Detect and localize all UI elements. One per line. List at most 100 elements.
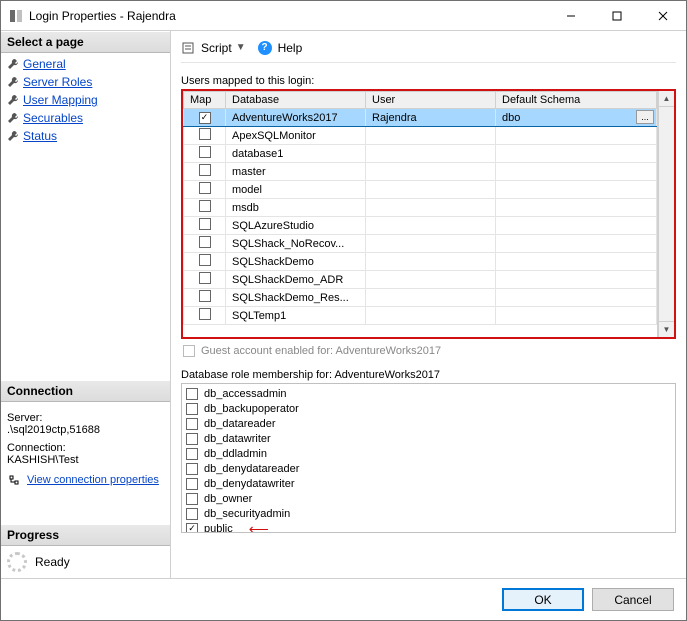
- role-checkbox[interactable]: [186, 478, 198, 490]
- table-row[interactable]: SQLTemp1: [184, 307, 657, 325]
- map-checkbox[interactable]: [199, 290, 211, 302]
- wrench-icon: [7, 112, 19, 124]
- wrench-icon: [7, 58, 19, 70]
- role-label: db_owner: [204, 493, 252, 505]
- role-checkbox[interactable]: [186, 418, 198, 430]
- sidebar-item-status[interactable]: Status: [1, 127, 170, 145]
- user-cell: [366, 307, 496, 325]
- script-button[interactable]: Script: [201, 41, 232, 55]
- map-checkbox[interactable]: [199, 308, 211, 320]
- schema-cell: [496, 271, 657, 289]
- bottom-bar: OK Cancel: [1, 578, 686, 620]
- map-checkbox[interactable]: ✓: [199, 112, 211, 124]
- table-row[interactable]: master: [184, 163, 657, 181]
- schema-cell: [496, 307, 657, 325]
- dialog-window: Login Properties - Rajendra Select a pag…: [0, 0, 687, 621]
- role-checkbox[interactable]: [186, 403, 198, 415]
- guest-account-label: Guest account enabled for: AdventureWork…: [201, 345, 441, 357]
- help-icon: ?: [258, 41, 272, 55]
- schema-cell: dbo...: [496, 109, 657, 127]
- user-cell: [366, 127, 496, 145]
- sidebar-item-user-mapping[interactable]: User Mapping: [1, 91, 170, 109]
- view-connection-properties-link[interactable]: View connection properties: [27, 474, 159, 486]
- scroll-up-icon[interactable]: ▲: [659, 91, 674, 107]
- map-checkbox[interactable]: [199, 200, 211, 212]
- role-item-db_denydatawriter[interactable]: db_denydatawriter: [186, 476, 671, 491]
- table-row[interactable]: ApexSQLMonitor: [184, 127, 657, 145]
- user-cell: [366, 181, 496, 199]
- map-checkbox[interactable]: [199, 182, 211, 194]
- col-schema[interactable]: Default Schema: [496, 92, 657, 109]
- role-checkbox[interactable]: [186, 493, 198, 505]
- grid-scrollbar[interactable]: ▲ ▼: [658, 91, 674, 337]
- table-row[interactable]: database1: [184, 145, 657, 163]
- map-checkbox[interactable]: [199, 218, 211, 230]
- schema-cell: [496, 145, 657, 163]
- role-checkbox[interactable]: [186, 433, 198, 445]
- sidebar-item-server-roles[interactable]: Server Roles: [1, 73, 170, 91]
- ok-button[interactable]: OK: [502, 588, 584, 611]
- table-row[interactable]: SQLShack_NoRecov...: [184, 235, 657, 253]
- sidebar-item-general[interactable]: General: [1, 55, 170, 73]
- table-row[interactable]: SQLShackDemo: [184, 253, 657, 271]
- progress-status: Ready: [35, 555, 70, 569]
- roles-label: Database role membership for: AdventureW…: [181, 369, 676, 381]
- table-row[interactable]: SQLShackDemo_Res...: [184, 289, 657, 307]
- schema-browse-button[interactable]: ...: [636, 110, 654, 124]
- wrench-icon: [7, 130, 19, 142]
- table-row[interactable]: SQLShackDemo_ADR: [184, 271, 657, 289]
- role-label: db_datareader: [204, 418, 276, 430]
- table-row[interactable]: msdb: [184, 199, 657, 217]
- users-mapped-label: Users mapped to this login:: [181, 75, 676, 87]
- role-item-db_denydatareader[interactable]: db_denydatareader: [186, 461, 671, 476]
- role-item-db_securityadmin[interactable]: db_securityadmin: [186, 506, 671, 521]
- col-map[interactable]: Map: [184, 92, 226, 109]
- script-dropdown-icon[interactable]: ▼: [236, 42, 246, 53]
- table-row[interactable]: model: [184, 181, 657, 199]
- map-checkbox[interactable]: [199, 128, 211, 140]
- table-row[interactable]: ✓AdventureWorks2017Rajendradbo...: [184, 109, 657, 127]
- page-label: Securables: [23, 111, 83, 125]
- role-item-db_accessadmin[interactable]: db_accessadmin: [186, 386, 671, 401]
- server-value: .\sql2019ctp,51688: [7, 424, 164, 436]
- sidebar-item-securables[interactable]: Securables: [1, 109, 170, 127]
- role-item-public[interactable]: ✓public⟵: [186, 521, 671, 533]
- scroll-down-icon[interactable]: ▼: [659, 321, 674, 337]
- grid-header-row: Map Database User Default Schema: [184, 92, 657, 109]
- map-checkbox[interactable]: [199, 164, 211, 176]
- role-label: db_datawriter: [204, 433, 271, 445]
- table-row[interactable]: SQLAzureStudio: [184, 217, 657, 235]
- user-cell: [366, 199, 496, 217]
- map-checkbox[interactable]: [199, 146, 211, 158]
- right-pane: Script ▼ ? Help Users mapped to this log…: [171, 31, 686, 578]
- role-checkbox[interactable]: ✓: [186, 523, 198, 534]
- close-button[interactable]: [640, 1, 686, 31]
- connection-header: Connection: [1, 380, 170, 402]
- minimize-button[interactable]: [548, 1, 594, 31]
- maximize-button[interactable]: [594, 1, 640, 31]
- guest-account-checkbox: [183, 345, 195, 357]
- map-checkbox[interactable]: [199, 254, 211, 266]
- connection-value: KASHISH\Test: [7, 454, 164, 466]
- schema-cell: [496, 163, 657, 181]
- map-checkbox[interactable]: [199, 272, 211, 284]
- role-label: db_denydatareader: [204, 463, 299, 475]
- role-item-db_backupoperator[interactable]: db_backupoperator: [186, 401, 671, 416]
- role-item-db_datawriter[interactable]: db_datawriter: [186, 431, 671, 446]
- help-button[interactable]: Help: [278, 41, 303, 55]
- map-checkbox[interactable]: [199, 236, 211, 248]
- col-database[interactable]: Database: [226, 92, 366, 109]
- database-cell: SQLTemp1: [226, 307, 366, 325]
- schema-cell: [496, 217, 657, 235]
- titlebar: Login Properties - Rajendra: [1, 1, 686, 31]
- role-checkbox[interactable]: [186, 463, 198, 475]
- role-checkbox[interactable]: [186, 448, 198, 460]
- role-item-db_ddladmin[interactable]: db_ddladmin: [186, 446, 671, 461]
- cancel-button[interactable]: Cancel: [592, 588, 674, 611]
- role-item-db_owner[interactable]: db_owner: [186, 491, 671, 506]
- role-checkbox[interactable]: [186, 508, 198, 520]
- roles-list: db_accessadmindb_backupoperator db_datare…: [181, 383, 676, 533]
- role-item-db_datareader[interactable]: db_datareader: [186, 416, 671, 431]
- col-user[interactable]: User: [366, 92, 496, 109]
- role-checkbox[interactable]: [186, 388, 198, 400]
